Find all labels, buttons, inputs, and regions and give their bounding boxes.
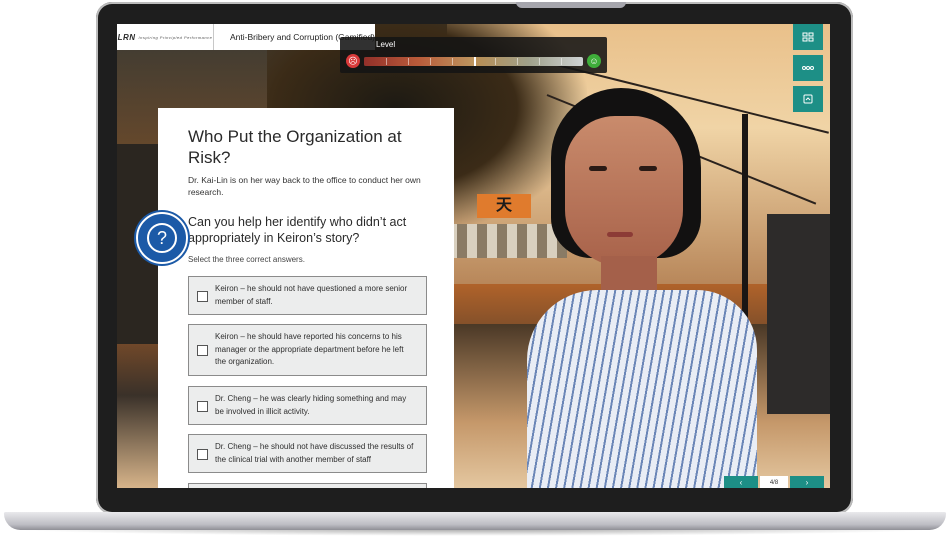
sad-face-icon: ☹ bbox=[346, 54, 360, 68]
checkbox[interactable] bbox=[197, 448, 208, 460]
lrn-logo: LRN Inspiring Principled Performance bbox=[117, 24, 214, 50]
character-striped-shirt bbox=[527, 290, 757, 488]
question-instruction: Select the three correct answers. bbox=[188, 255, 305, 264]
camera-notch bbox=[516, 2, 626, 8]
laptop-base bbox=[4, 512, 946, 530]
level-track bbox=[364, 57, 583, 66]
level-label: Level bbox=[376, 40, 396, 49]
level-meter: Level ☹ ☺ bbox=[340, 37, 607, 73]
answer-option-label: Keiron – he should have reported his con… bbox=[215, 332, 404, 366]
resource-icon bbox=[803, 94, 813, 104]
answer-option-label: Dr. Cheng – he should not have discussed… bbox=[215, 442, 414, 464]
logo-text: LRN bbox=[117, 32, 136, 42]
answer-option[interactable]: Keiron – he should not have questioned a… bbox=[188, 276, 427, 315]
answer-option[interactable]: Dr. Cheng – he should not have discussed… bbox=[188, 434, 427, 473]
checkbox[interactable] bbox=[197, 344, 208, 356]
answer-option-label: Dr. Cheng – he was clearly hiding someth… bbox=[215, 394, 407, 416]
logo-tagline: Inspiring Principled Performance bbox=[138, 34, 213, 40]
scene-building bbox=[767, 214, 830, 414]
course-screen: 天 LRN Inspiring Principled Performance A… bbox=[117, 24, 830, 488]
answer-option[interactable]: Dr. Cheng – he was clearly hiding someth… bbox=[188, 386, 427, 425]
more-options-icon bbox=[802, 66, 814, 70]
course-header: LRN Inspiring Principled Performance Ant… bbox=[117, 24, 375, 50]
checkbox[interactable] bbox=[197, 290, 208, 302]
question-badge: ? bbox=[136, 212, 188, 264]
checkbox[interactable] bbox=[197, 400, 208, 412]
level-tick bbox=[385, 58, 387, 65]
character-dr-kai-lin bbox=[527, 84, 757, 488]
character-face bbox=[565, 116, 683, 266]
question-intro: Dr. Kai-Lin is on her way back to the of… bbox=[188, 175, 421, 197]
level-tick bbox=[517, 58, 519, 65]
previous-arrow-icon: ‹ bbox=[739, 478, 743, 487]
answer-option[interactable] bbox=[188, 483, 427, 488]
level-tick bbox=[561, 58, 563, 65]
level-tick bbox=[539, 58, 541, 65]
resource-button[interactable] bbox=[793, 86, 823, 112]
character-eye bbox=[639, 166, 657, 171]
question-panel: Who Put the Organization at Risk? Dr. Ka… bbox=[158, 108, 454, 488]
level-tick bbox=[429, 58, 431, 65]
level-fill bbox=[364, 57, 476, 66]
level-tick bbox=[473, 58, 475, 65]
level-tick bbox=[451, 58, 453, 65]
happy-face-icon: ☺ bbox=[587, 54, 601, 68]
character-mouth bbox=[607, 232, 633, 237]
character-eye bbox=[589, 166, 607, 171]
scene-shop-sign: 天 bbox=[477, 194, 531, 218]
answer-option[interactable]: Keiron – he should have reported his con… bbox=[188, 324, 427, 376]
next-button[interactable]: › bbox=[790, 476, 824, 488]
answer-option-label: Keiron – he should not have questioned a… bbox=[215, 284, 408, 306]
previous-button[interactable]: ‹ bbox=[724, 476, 758, 488]
menu-icon bbox=[802, 32, 814, 42]
more-options-button[interactable] bbox=[793, 55, 823, 81]
page-counter: 4/8 bbox=[760, 476, 788, 488]
question-mark-icon: ? bbox=[147, 223, 177, 253]
menu-button[interactable] bbox=[793, 24, 823, 50]
level-tick bbox=[407, 58, 409, 65]
question-text: Can you help her identify who didn’t act… bbox=[188, 215, 407, 245]
level-tick bbox=[495, 58, 497, 65]
question-title: Who Put the Organization at Risk? bbox=[188, 127, 402, 167]
next-arrow-icon: › bbox=[805, 478, 809, 487]
